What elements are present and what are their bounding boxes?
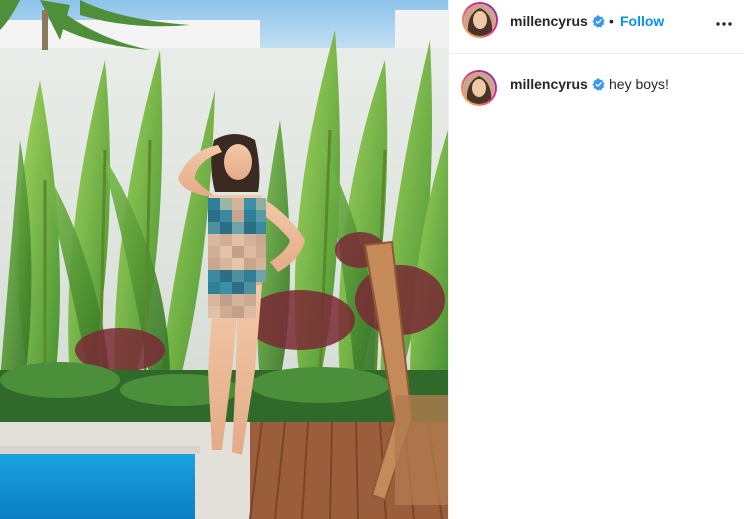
header-separator: • xyxy=(609,13,614,29)
header-username[interactable]: millencyrus xyxy=(510,13,588,29)
verified-badge-icon xyxy=(592,15,605,28)
caption-username[interactable]: millencyrus xyxy=(510,76,588,92)
post-photo[interactable] xyxy=(0,0,448,519)
follow-button[interactable]: Follow xyxy=(620,13,664,29)
caption-avatar-image xyxy=(463,72,495,104)
avatar[interactable] xyxy=(462,2,498,38)
post-header: millencyrus • Follow xyxy=(449,0,744,54)
avatar-image xyxy=(464,4,496,36)
post-side-panel: millencyrus • Follow millencyrus hey boy… xyxy=(448,0,744,519)
caption-text: hey boys! xyxy=(609,76,669,92)
caption-avatar[interactable] xyxy=(461,70,497,106)
caption-verified-badge-icon xyxy=(592,78,605,91)
more-options-icon[interactable] xyxy=(712,12,736,36)
